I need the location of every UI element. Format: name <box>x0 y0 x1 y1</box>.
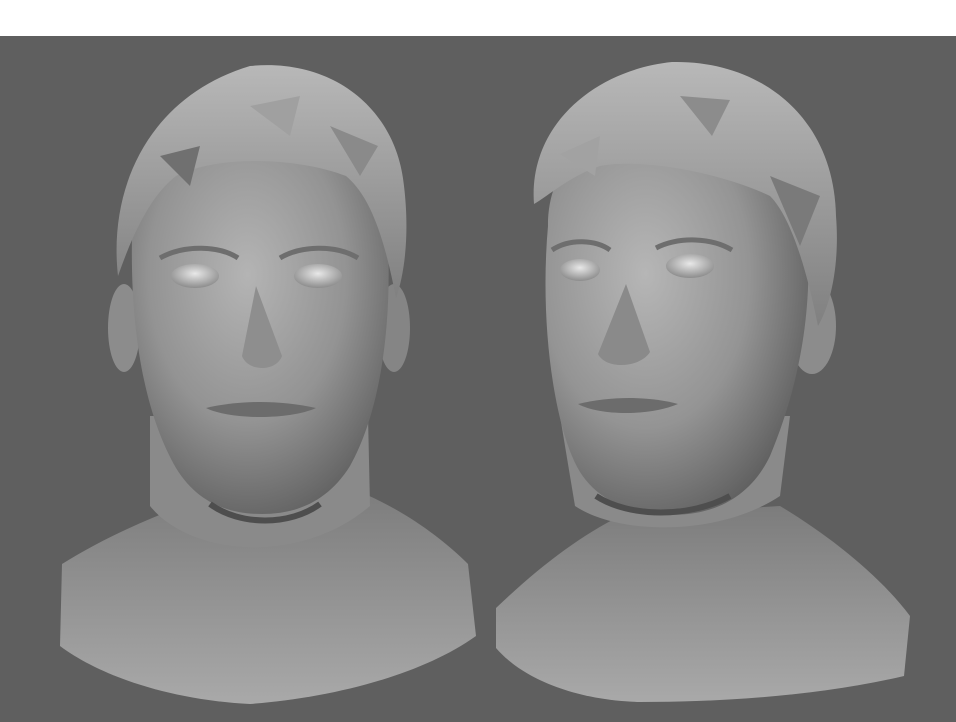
top-white-strip <box>0 0 956 36</box>
eye-right-three-quarter <box>666 254 714 278</box>
sculpt-render <box>60 61 910 704</box>
eye-left-three-quarter <box>560 259 600 281</box>
eye-left-front <box>171 264 219 288</box>
eye-right-front <box>294 264 342 288</box>
chest-three-quarter <box>496 506 910 702</box>
head-three-quarter-view <box>496 61 910 702</box>
sculpt-viewport <box>0 36 956 722</box>
head-front-view <box>60 65 476 704</box>
